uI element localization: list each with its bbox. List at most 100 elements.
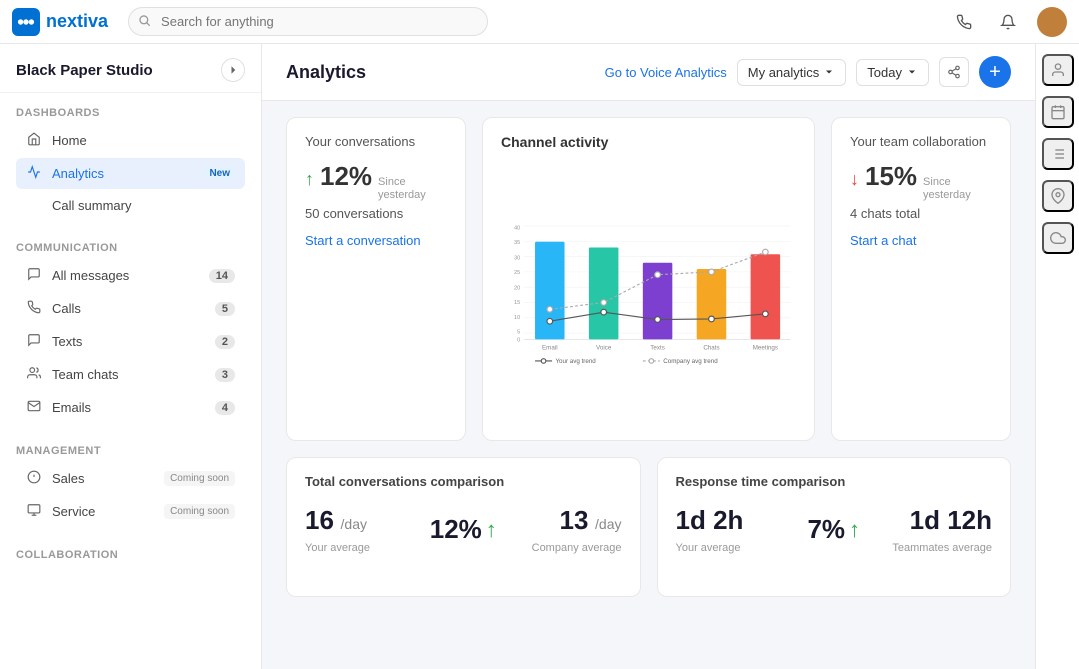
collaboration-metric-value: ↓ 15% Since yesterday (850, 161, 992, 202)
badge-team-chats: 3 (215, 368, 235, 382)
total-conversations-company-avg: 13 /day Company average (513, 505, 622, 554)
sidebar-section-collaboration: Collaboration (0, 535, 261, 573)
sidebar-item-label-home: Home (52, 133, 235, 148)
sales-icon (26, 470, 42, 487)
coming-soon-badge-service: Coming soon (164, 504, 235, 519)
svg-text:Company avg trend: Company avg trend (663, 358, 718, 365)
search-input[interactable] (128, 7, 488, 36)
conversations-card: Your conversations ↑ 12% Since yesterday… (286, 117, 466, 441)
svg-text:40: 40 (514, 225, 520, 231)
top-navigation: nextiva (0, 0, 1079, 44)
team-chats-icon (26, 366, 42, 383)
response-teammates-avg-label: Teammates average (876, 542, 992, 554)
sidebar-item-label-analytics: Analytics (52, 166, 194, 181)
sidebar-item-sales[interactable]: Sales Coming soon (16, 463, 245, 494)
total-conversations-your-avg: 16 /day Your average (305, 505, 414, 554)
sidebar-item-label-emails: Emails (52, 400, 205, 415)
svg-text:30: 30 (514, 255, 520, 261)
service-icon (26, 503, 42, 520)
response-time-values: 1d 2h Your average 7% ↑ 1d 12h (676, 505, 993, 554)
total-your-avg-value: 16 (305, 505, 334, 535)
channel-activity-chart: 0 5 10 15 20 25 30 35 40 (501, 164, 796, 424)
today-dropdown[interactable]: Today (856, 59, 929, 86)
sidebar-item-calls[interactable]: Calls 5 (16, 293, 245, 324)
sidebar-item-service[interactable]: Service Coming soon (16, 496, 245, 527)
rail-cloud-button[interactable] (1042, 222, 1074, 254)
voice-analytics-link[interactable]: Go to Voice Analytics (605, 65, 727, 80)
channel-activity-title: Channel activity (501, 134, 796, 150)
sidebar-item-call-summary[interactable]: Call summary (16, 191, 245, 220)
badge-texts: 2 (215, 335, 235, 349)
rail-person-button[interactable] (1042, 54, 1074, 86)
collapse-sidebar-button[interactable] (221, 58, 245, 82)
rail-list-button[interactable] (1042, 138, 1074, 170)
conversations-metric-value: ↑ 12% Since yesterday (305, 161, 447, 202)
total-company-avg-value: 13 (560, 505, 589, 535)
main-content: Analytics Go to Voice Analytics My analy… (262, 44, 1035, 669)
notifications-button[interactable] (993, 7, 1023, 37)
sidebar-item-label-service: Service (52, 504, 148, 519)
badge-all-messages: 14 (209, 269, 235, 283)
new-badge-analytics: New (204, 167, 235, 180)
total-conversations-title: Total conversations comparison (305, 474, 622, 489)
sidebar-item-analytics[interactable]: Analytics New (16, 158, 245, 189)
svg-text:Meetings: Meetings (753, 345, 778, 352)
phone-button[interactable] (949, 7, 979, 37)
share-button[interactable] (939, 57, 969, 87)
total-company-avg-unit: /day (595, 516, 621, 532)
sidebar-item-all-messages[interactable]: All messages 14 (16, 260, 245, 291)
all-messages-icon (26, 267, 42, 284)
conversations-arrow-up: ↑ (305, 169, 314, 190)
response-time-title: Response time comparison (676, 474, 993, 489)
channel-activity-card: Channel activity (482, 117, 815, 441)
chart-container: 0 5 10 15 20 25 30 35 40 (501, 164, 796, 424)
total-your-avg-label: Your average (305, 542, 414, 554)
response-your-avg-value: 1d 2h (676, 505, 744, 535)
response-time-center: 7% ↑ (791, 514, 876, 545)
sidebar-item-label-all-messages: All messages (52, 268, 199, 283)
sidebar-item-team-chats[interactable]: Team chats 3 (16, 359, 245, 390)
total-conversations-trend: ↑ (486, 517, 497, 543)
response-time-teammates-avg: 1d 12h Teammates average (876, 505, 992, 554)
analytics-icon (26, 165, 42, 182)
today-label: Today (867, 65, 902, 80)
sidebar-item-emails[interactable]: Emails 4 (16, 392, 245, 423)
rail-calendar-button[interactable] (1042, 96, 1074, 128)
start-chat-link[interactable]: Start a chat (850, 233, 916, 248)
badge-calls: 5 (215, 302, 235, 316)
my-analytics-dropdown[interactable]: My analytics (737, 59, 847, 86)
page-title: Analytics (286, 62, 366, 83)
sidebar-item-label-call-summary: Call summary (52, 198, 235, 213)
home-icon (26, 132, 42, 149)
logo[interactable]: nextiva (12, 8, 108, 36)
total-conversations-center: 12% ↑ (414, 514, 513, 545)
collaboration-arrow-down: ↓ (850, 169, 859, 190)
company-name: Black Paper Studio (16, 62, 153, 79)
start-conversation-link[interactable]: Start a conversation (305, 233, 421, 248)
sidebar-item-texts[interactable]: Texts 2 (16, 326, 245, 357)
page-header: Analytics Go to Voice Analytics My analy… (262, 44, 1035, 101)
svg-text:Your avg trend: Your avg trend (555, 358, 596, 365)
collaboration-count: 4 chats total (850, 206, 992, 221)
sidebar-item-home[interactable]: Home (16, 125, 245, 156)
svg-text:Texts: Texts (650, 345, 665, 352)
avatar[interactable] (1037, 7, 1067, 37)
rail-pin-button[interactable] (1042, 180, 1074, 212)
top-row: Your conversations ↑ 12% Since yesterday… (286, 117, 1011, 441)
conversations-card-title: Your conversations (305, 134, 447, 151)
total-conversations-values: 16 /day Your average 12% ↑ 13 (305, 505, 622, 554)
collaboration-card: Your team collaboration ↓ 15% Since yest… (831, 117, 1011, 441)
svg-text:10: 10 (514, 315, 520, 321)
svg-text:20: 20 (514, 285, 520, 291)
page-header-actions: Go to Voice Analytics My analytics Today… (605, 56, 1011, 88)
section-label-communication: Communication (16, 242, 245, 254)
right-rail (1035, 44, 1079, 669)
svg-text:Chats: Chats (703, 345, 719, 352)
svg-text:Email: Email (542, 345, 558, 352)
sidebar: Black Paper Studio Dashboards Home Analy… (0, 44, 262, 669)
add-button[interactable]: + (979, 56, 1011, 88)
response-teammates-avg-value: 1d 12h (910, 505, 992, 535)
sidebar-section-management: Management Sales Coming soon Service Com… (0, 431, 261, 535)
app-layout: Black Paper Studio Dashboards Home Analy… (0, 44, 1079, 669)
search-bar (128, 7, 488, 36)
